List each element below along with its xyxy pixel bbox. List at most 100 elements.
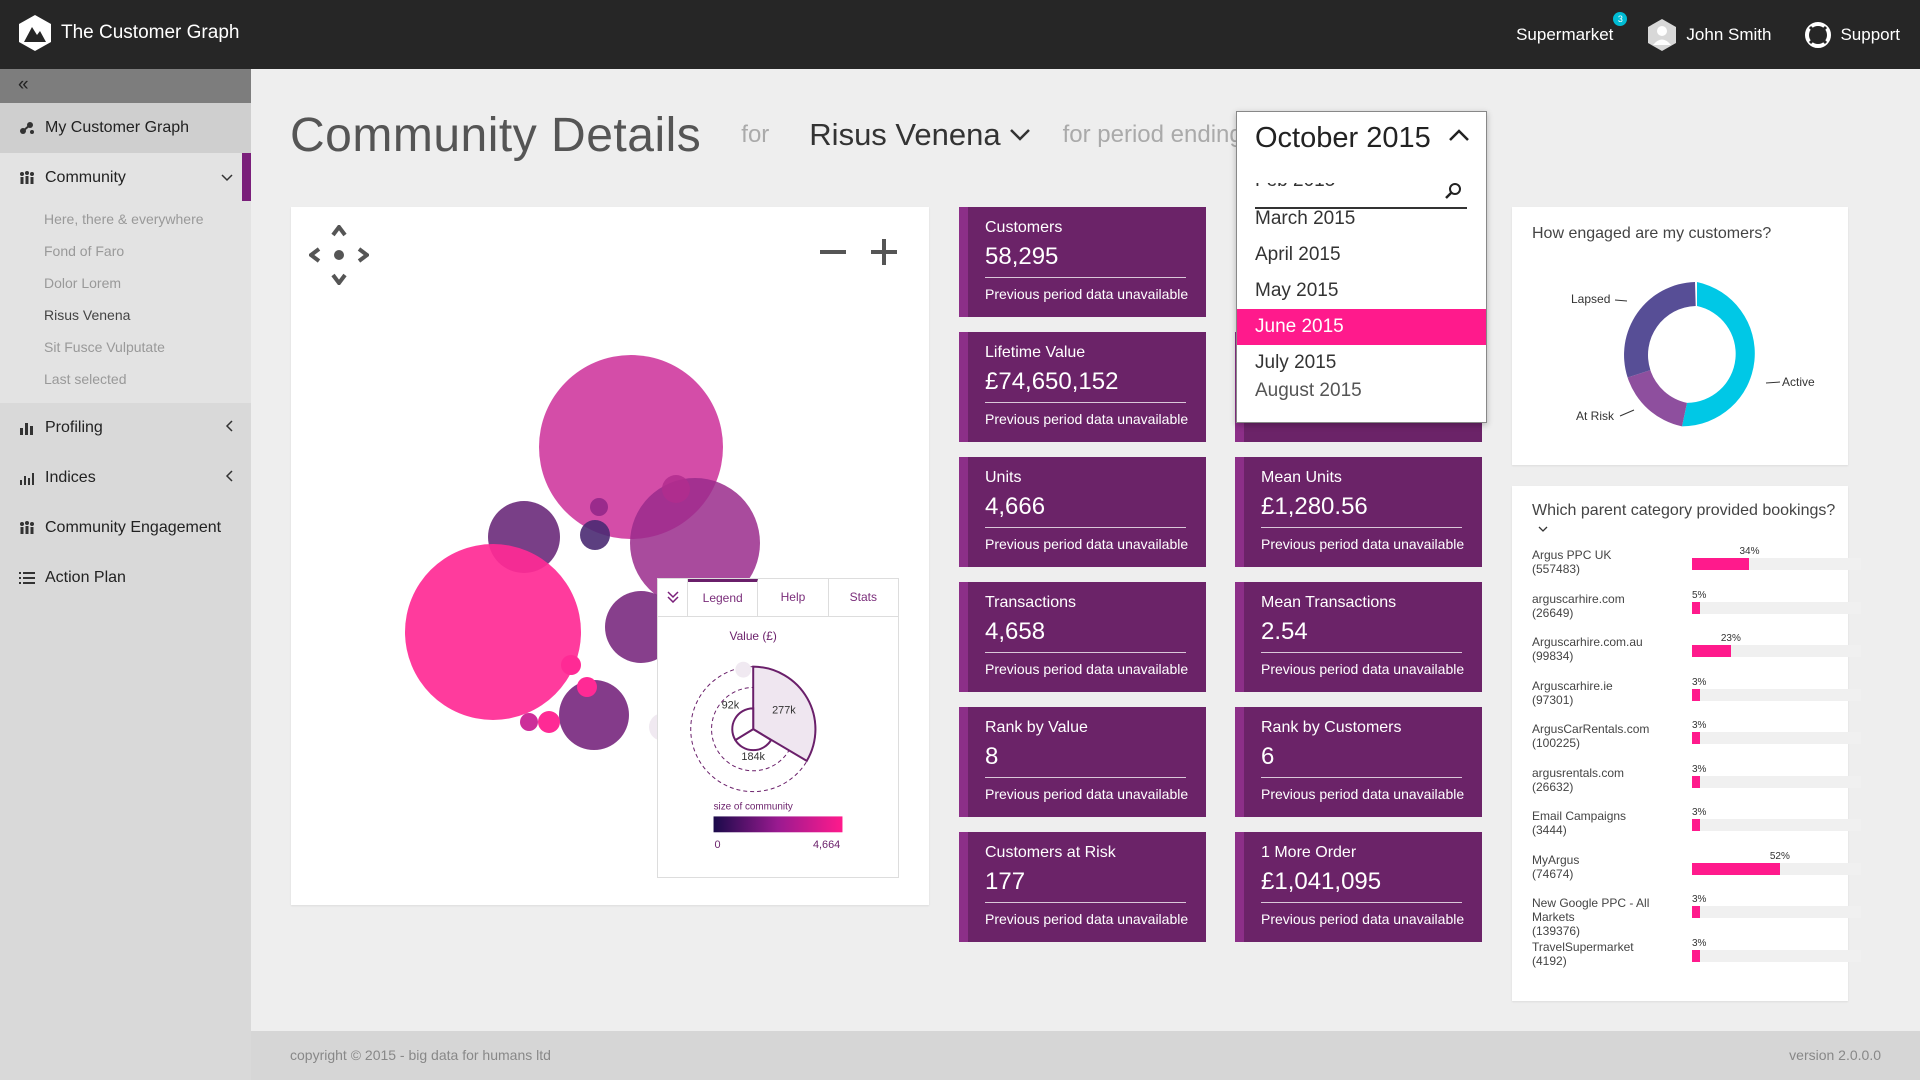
chevron-up-icon	[1449, 129, 1469, 141]
version: version 2.0.0.0	[1789, 1047, 1881, 1063]
community-link-here-there[interactable]: Here, there & everywhere	[0, 203, 251, 235]
sidebar-item-label: Profiling	[45, 419, 103, 436]
divider	[1261, 652, 1462, 653]
kpi-card-transactions[interactable]: Transactions 4,658 Previous period data …	[959, 582, 1206, 692]
period-option[interactable]: Feb 2015	[1237, 183, 1486, 197]
kpi-card-customers[interactable]: Customers 58,295 Previous period data un…	[959, 207, 1206, 317]
sidebar-item-indices[interactable]: Indices	[0, 453, 251, 503]
community-link-dolor-lorem[interactable]: Dolor Lorem	[0, 267, 251, 299]
divider	[985, 902, 1186, 903]
community-link-fond-of-faro[interactable]: Fond of Faro	[0, 235, 251, 267]
list-icon	[19, 570, 35, 586]
sidebar-item-community-engagement[interactable]: Community Engagement	[0, 503, 251, 553]
sidebar-item-my-customer-graph[interactable]: My Customer Graph	[0, 103, 251, 153]
sidebar-item-label: Community	[45, 169, 126, 186]
booking-pct: 34%	[1739, 546, 1760, 557]
engagement-icon	[19, 520, 35, 536]
retailer-label: Supermarket	[1516, 24, 1614, 44]
period-dropdown[interactable]: October 2015 Feb 2015 March 2015 April 2…	[1236, 111, 1487, 423]
community-icon	[19, 170, 35, 186]
legend-collapse-button[interactable]	[658, 579, 688, 616]
scale-max: 4,664	[813, 839, 840, 851]
kpi-card-mean-units[interactable]: Mean Units £1,280.56 Previous period dat…	[1235, 457, 1482, 567]
booking-count: (26632)	[1532, 779, 1574, 794]
booking-bar	[1692, 949, 1700, 962]
bookings-title-dropdown[interactable]: Which parent category provided bookings?	[1532, 502, 1848, 538]
kpi-card-rank-by-customers[interactable]: Rank by Customers 6 Previous period data…	[1235, 707, 1482, 817]
double-chevron-down-icon	[666, 591, 679, 604]
zoom-out-icon[interactable]	[818, 237, 848, 267]
period-option[interactable]: April 2015	[1237, 237, 1486, 273]
period-option[interactable]: July 2015	[1237, 345, 1486, 381]
bubble	[590, 498, 608, 516]
user-menu[interactable]: John Smith	[1647, 18, 1771, 52]
booking-pct: 3%	[1692, 763, 1707, 775]
kpi-card-customers-at-risk[interactable]: Customers at Risk 177 Previous period da…	[959, 832, 1206, 942]
booking-bar	[1692, 732, 1700, 744]
retailer-selector[interactable]: Supermarket 3	[1516, 11, 1628, 45]
kpi-label: Mean Units	[1261, 469, 1342, 486]
scale-title: size of community	[714, 801, 793, 812]
value-legend-graphic: Value (£) 92k 277k 184k size of communit…	[690, 629, 843, 851]
user-name: John Smith	[1686, 24, 1772, 44]
community-link-last-selected[interactable]: Last selected	[0, 363, 251, 395]
tab-stats[interactable]: Stats	[829, 579, 898, 616]
booking-source: Arguscarhire.com.au	[1532, 635, 1643, 649]
community-selector[interactable]: Risus Venena	[809, 117, 1030, 153]
kpi-value: 58,295	[985, 243, 1059, 270]
legend-tabs: Legend Help Stats	[658, 579, 898, 617]
booking-pct: 23%	[1720, 633, 1741, 644]
kpi-note: Previous period data unavailable	[1261, 911, 1465, 927]
segment-at-risk	[1627, 370, 1687, 427]
kpi-label: Rank by Value	[985, 719, 1088, 736]
period-option[interactable]: March 2015	[1237, 201, 1486, 237]
sidebar-item-community[interactable]: Community	[0, 153, 251, 203]
pan-icon[interactable]	[309, 225, 369, 285]
community-link-sit-fusce[interactable]: Sit Fusce Vulputate	[0, 331, 251, 363]
ring-label-184k: 184k	[741, 751, 765, 763]
booking-source: MyArgus	[1532, 852, 1580, 867]
sidebar-item-profiling[interactable]: Profiling	[0, 403, 251, 453]
sidebar-collapse-button[interactable]: «	[0, 69, 251, 103]
booking-name: Arguscarhire.com.au (99834)	[1532, 635, 1672, 663]
kpi-card-one-more-order[interactable]: 1 More Order £1,041,095 Previous period …	[1235, 832, 1482, 942]
tab-help[interactable]: Help	[758, 579, 829, 616]
booking-bar-track: 3%	[1692, 677, 1861, 701]
sidebar-item-action-plan[interactable]: Action Plan	[0, 553, 251, 603]
booking-name: TravelSupermarket (4192)	[1532, 940, 1672, 968]
kpi-label: Rank by Customers	[1261, 719, 1402, 736]
kpi-note: Previous period data unavailable	[1261, 536, 1465, 552]
tab-legend[interactable]: Legend	[688, 579, 759, 616]
label-at-risk: At Risk	[1576, 409, 1615, 423]
engagement-donut-chart[interactable]	[1512, 207, 1848, 465]
app-title: The Customer Graph	[61, 22, 240, 43]
period-option-partial[interactable]: Feb 2015	[1237, 183, 1486, 197]
booking-pct: 5%	[1692, 589, 1707, 601]
period-option[interactable]: May 2015	[1237, 273, 1486, 309]
kpi-note: Previous period data unavailable	[985, 786, 1189, 802]
divider	[985, 277, 1186, 278]
booking-row: arguscarhire.com (26649) 5%	[1532, 589, 1861, 632]
brand[interactable]: The Customer Graph	[18, 14, 239, 52]
label-lapsed: Lapsed	[1571, 292, 1611, 306]
zoom-in-icon[interactable]	[869, 237, 899, 267]
booking-pct: 3%	[1692, 894, 1707, 905]
booking-bar-track: 3%	[1692, 894, 1861, 918]
engagement-card: How engaged are my customers? Lapsed Act…	[1512, 207, 1848, 465]
booking-count: (4192)	[1532, 953, 1567, 968]
kpi-card-units[interactable]: Units 4,666 Previous period data unavail…	[959, 457, 1206, 567]
kpi-card-lifetime-value[interactable]: Lifetime Value £74,650,152 Previous peri…	[959, 332, 1206, 442]
kpi-card-mean-transactions[interactable]: Mean Transactions 2.54 Previous period d…	[1235, 582, 1482, 692]
booking-name: ArgusCarRentals.com (100225)	[1532, 722, 1672, 750]
period-selected[interactable]: October 2015	[1237, 112, 1486, 164]
period-option-selected[interactable]: June 2015	[1237, 309, 1486, 345]
support-link[interactable]: Support	[1805, 21, 1900, 48]
divider	[985, 402, 1186, 403]
booking-count: (97301)	[1532, 692, 1574, 707]
booking-source: Email Campaigns	[1532, 809, 1627, 823]
kpi-card-rank-by-value[interactable]: Rank by Value 8 Previous period data una…	[959, 707, 1206, 817]
bubble	[561, 655, 581, 675]
community-link-risus-venena[interactable]: Risus Venena	[0, 299, 251, 331]
period-option[interactable]: August 2015	[1237, 381, 1486, 401]
kpi-value: 8	[985, 743, 999, 770]
